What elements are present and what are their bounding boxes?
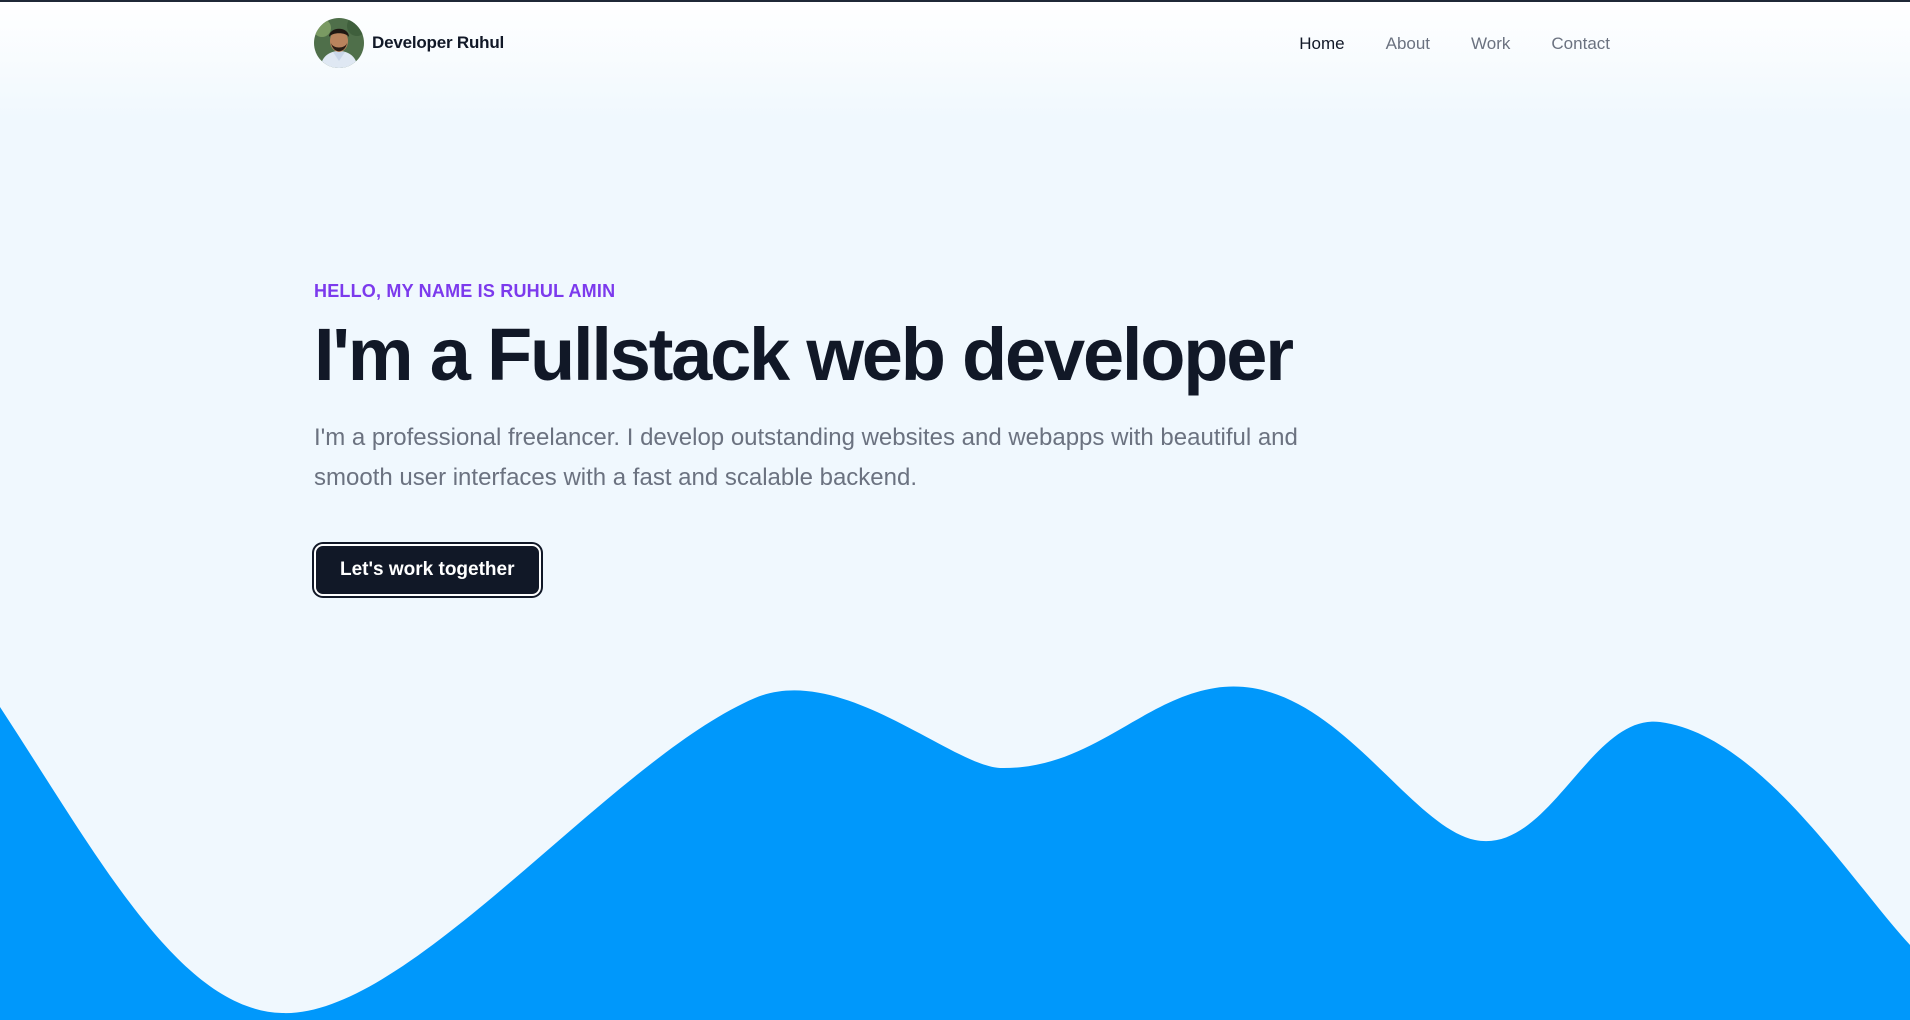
hero-eyebrow: HELLO, MY NAME IS RUHUL AMIN — [314, 281, 616, 301]
nav-work-link[interactable]: Work — [1471, 34, 1510, 54]
brand-name: Developer Ruhul — [372, 33, 505, 52]
nav-home-link[interactable]: Home — [1299, 34, 1344, 54]
hero-description: I'm a professional freelancer. I develop… — [314, 424, 1298, 491]
hero-section: HELLO, MY NAME IS RUHUL AMIN I'm a Fulls… — [314, 280, 1414, 596]
main-navigation: Home About Work Contact — [1299, 34, 1610, 54]
wave-shape — [0, 686, 1910, 1020]
nav-about-link[interactable]: About — [1386, 34, 1430, 54]
hero-headline: I'm a Fullstack web developer — [314, 313, 1294, 396]
site-header: Developer Ruhul Home About Work Contact — [0, 2, 1910, 120]
nav-contact-link[interactable]: Contact — [1551, 34, 1610, 54]
brand-home-link[interactable]: Developer Ruhul — [314, 18, 504, 68]
work-together-button[interactable]: Let's work together — [314, 544, 541, 596]
avatar-icon — [314, 18, 364, 68]
